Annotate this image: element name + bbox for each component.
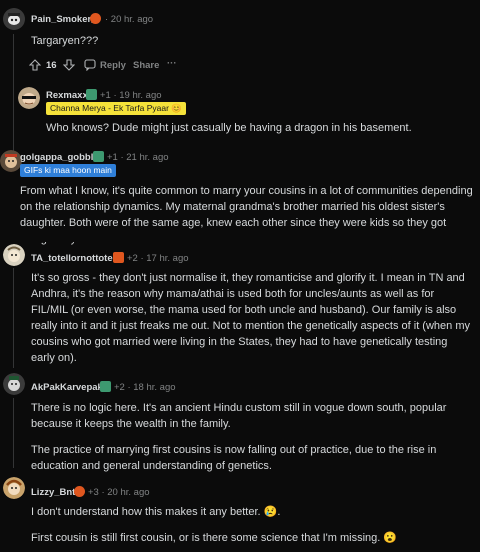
snoo-avatar-icon (3, 373, 25, 395)
snoo-avatar-icon (0, 150, 22, 172)
avatar[interactable] (3, 244, 25, 266)
upvote-icon[interactable] (28, 58, 42, 76)
avatar[interactable] (3, 373, 25, 395)
vote-count: 16 (46, 60, 57, 71)
award-icon (90, 13, 101, 24)
snoo-avatar-icon (18, 87, 40, 109)
username[interactable]: AkPakKarvepak (31, 382, 103, 393)
avatar[interactable] (18, 87, 40, 109)
comment-meta: +1 · 19 hr. ago (100, 90, 162, 101)
comment-body-paragraph-2: The practice of marrying first cousins i… (31, 444, 437, 472)
downvote-icon[interactable] (62, 58, 76, 76)
comment-meta: +2 · 17 hr. ago (127, 253, 189, 264)
award-icon (74, 486, 85, 497)
more-options-button[interactable]: ··· (167, 58, 177, 69)
avatar[interactable] (0, 150, 22, 172)
username[interactable]: Pain_Smoker_ (31, 14, 96, 25)
comment-body: Targaryen??? (31, 35, 99, 47)
comment-body: There is no logic here. It's an ancient … (31, 402, 447, 430)
comment-body: I don't understand how this makes it any… (31, 506, 281, 518)
avatar[interactable] (3, 8, 25, 30)
username[interactable]: Lizzy_Bnt (31, 487, 75, 498)
username[interactable]: golgappa_gobbler (20, 152, 102, 163)
flair-icon (86, 89, 97, 100)
snoo-avatar-icon (3, 8, 25, 30)
comment-meta: +3 · 20 hr. ago (88, 487, 150, 498)
comment-meta: · 20 hr. ago (105, 14, 154, 25)
comment-body-paragraph-2: First cousin is still first cousin, or i… (31, 532, 398, 544)
thread-line[interactable] (13, 398, 14, 468)
comment-body: Who knows? Dude might just casually be h… (46, 122, 412, 134)
comment-meta: +2 · 18 hr. ago (114, 382, 176, 393)
award-icon (113, 252, 124, 263)
avatar[interactable] (3, 477, 25, 499)
user-flair: Channa Merya - Ek Tarfa Pyaar 😊 (46, 102, 186, 115)
snoo-avatar-icon (3, 244, 25, 266)
snoo-avatar-icon (3, 477, 25, 499)
content-fade (0, 234, 480, 242)
comment-meta: +1 · 21 hr. ago (107, 152, 169, 163)
username[interactable]: TA_totellornottotell (31, 253, 118, 264)
share-button[interactable]: Share (133, 60, 159, 71)
thread-line[interactable] (13, 34, 14, 154)
flair-icon (93, 151, 104, 162)
reply-button[interactable]: Reply (100, 60, 126, 71)
flair-icon (100, 381, 111, 392)
comment-bubble-icon[interactable] (84, 58, 96, 76)
user-flair: GIFs ki maa hoon main (20, 164, 116, 177)
username[interactable]: Rexmaxx (46, 90, 88, 101)
thread-line[interactable] (13, 268, 14, 368)
comment-body: It's so gross - they don't just normalis… (31, 272, 470, 364)
